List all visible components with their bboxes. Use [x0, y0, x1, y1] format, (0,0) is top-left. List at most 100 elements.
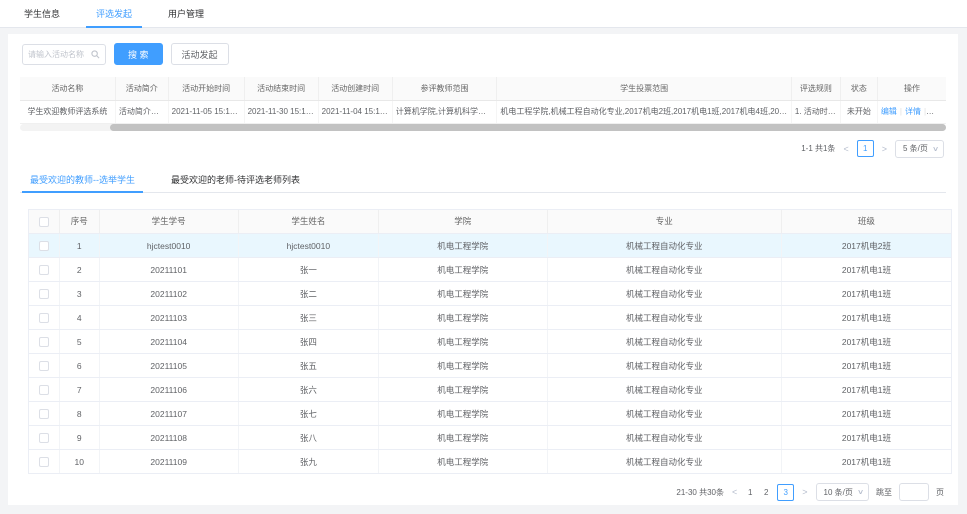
- chevron-down-icon: ∨: [857, 488, 864, 496]
- tab-user-management[interactable]: 用户管理: [158, 0, 214, 27]
- student-cell: hjctest0010: [238, 234, 378, 258]
- row-checkbox[interactable]: [39, 241, 49, 251]
- horizontal-scrollbar-thumb[interactable]: [110, 124, 946, 131]
- student-cell: 张五: [238, 354, 378, 378]
- student-row[interactable]: 1020211109张九机电工程学院机械工程自动化专业2017机电1班: [29, 450, 951, 474]
- student-total-count: 21-30 共30条: [676, 487, 724, 498]
- student-cell: 9: [59, 426, 99, 450]
- row-checkbox-cell: [29, 234, 59, 258]
- activity-cell: 2021-11-30 15:14:21: [244, 100, 318, 123]
- student-row[interactable]: 620211105张五机电工程学院机械工程自动化专业2017机电1班: [29, 354, 951, 378]
- search-button[interactable]: 搜 索: [114, 43, 163, 65]
- student-cell: 机电工程学院: [378, 378, 547, 402]
- student-row[interactable]: 1hjctest0010hjctest0010机电工程学院机械工程自动化专业20…: [29, 234, 951, 258]
- horizontal-scrollbar-track[interactable]: [20, 124, 946, 131]
- student-table-header-row: 序号学生学号学生姓名学院专业班级: [29, 210, 951, 234]
- student-cell: 机械工程自动化专业: [547, 258, 781, 282]
- student-cell: 机电工程学院: [378, 282, 547, 306]
- activity-prev-page-icon[interactable]: <: [842, 144, 849, 154]
- student-column-header: 序号: [59, 210, 99, 234]
- tab-student-info[interactable]: 学生信息: [14, 0, 70, 27]
- student-column-header: 学生学号: [99, 210, 238, 234]
- activity-search-box: [22, 44, 106, 65]
- student-page-1[interactable]: 1: [745, 488, 755, 497]
- student-cell: 20211104: [99, 330, 238, 354]
- student-cell: 20211106: [99, 378, 238, 402]
- student-cell: 机电工程学院: [378, 450, 547, 474]
- subtab-elect-students[interactable]: 最受欢迎的教师--选举学生: [26, 168, 139, 192]
- student-cell: 5: [59, 330, 99, 354]
- student-row[interactable]: 520211104张四机电工程学院机械工程自动化专业2017机电1班: [29, 330, 951, 354]
- student-cell: 2017机电1班: [781, 282, 951, 306]
- search-icon[interactable]: [91, 50, 100, 59]
- student-cell: 机电工程学院: [378, 330, 547, 354]
- student-cell: 20211107: [99, 402, 238, 426]
- row-checkbox[interactable]: [39, 265, 49, 275]
- student-cell: 张九: [238, 450, 378, 474]
- jump-to-page-input[interactable]: [899, 483, 929, 501]
- student-cell: 张六: [238, 378, 378, 402]
- jump-to-suffix: 页: [936, 487, 944, 498]
- row-checkbox[interactable]: [39, 409, 49, 419]
- student-prev-page-icon[interactable]: <: [731, 487, 738, 497]
- tab-election-launch[interactable]: 评选发起: [86, 0, 142, 27]
- action-edit-link[interactable]: 编辑: [881, 107, 897, 116]
- student-row[interactable]: 320211102张二机电工程学院机械工程自动化专业2017机电1班: [29, 282, 951, 306]
- student-cell: 张一: [238, 258, 378, 282]
- student-cell: 3: [59, 282, 99, 306]
- student-row[interactable]: 720211106张六机电工程学院机械工程自动化专业2017机电1班: [29, 378, 951, 402]
- student-cell: 2017机电1班: [781, 354, 951, 378]
- student-cell: 2017机电1班: [781, 402, 951, 426]
- row-checkbox-cell: [29, 426, 59, 450]
- student-cell: 张八: [238, 426, 378, 450]
- top-tab-bar: 学生信息 评选发起 用户管理: [0, 0, 967, 28]
- student-row[interactable]: 220211101张一机电工程学院机械工程自动化专业2017机电1班: [29, 258, 951, 282]
- student-cell: 2017机电1班: [781, 426, 951, 450]
- student-page-size-select[interactable]: 10 条/页 ∨: [816, 483, 869, 501]
- student-cell: 2017机电1班: [781, 258, 951, 282]
- activity-column-header: 学生投票范围: [497, 77, 791, 100]
- activity-cell: 2021-11-05 15:14:21: [168, 100, 244, 123]
- row-checkbox-cell: [29, 378, 59, 402]
- student-row[interactable]: 820211107张七机电工程学院机械工程自动化专业2017机电1班: [29, 402, 951, 426]
- subtab-teacher-candidates[interactable]: 最受欢迎的老师-待评选老师列表: [167, 168, 304, 192]
- activity-row[interactable]: 学生欢迎教师评选系统活动简介测试2021-11-05 15:14:212021-…: [20, 100, 946, 123]
- launch-activity-button[interactable]: 活动发起: [171, 43, 229, 65]
- row-checkbox-cell: [29, 450, 59, 474]
- student-cell: 2017机电2班: [781, 234, 951, 258]
- student-column-header: 学生姓名: [238, 210, 378, 234]
- student-cell: 20211109: [99, 450, 238, 474]
- row-checkbox[interactable]: [39, 289, 49, 299]
- student-pagination: 21-30 共30条 < 123 > 10 条/页 ∨ 跳至 页: [8, 483, 944, 501]
- row-checkbox[interactable]: [39, 313, 49, 323]
- student-cell: 2017机电1班: [781, 378, 951, 402]
- jump-to-label: 跳至: [876, 487, 892, 498]
- student-row[interactable]: 920211108张八机电工程学院机械工程自动化专业2017机电1班: [29, 426, 951, 450]
- activity-page-size-select[interactable]: 5 条/页 ∨: [895, 140, 944, 158]
- student-cell: 机电工程学院: [378, 354, 547, 378]
- search-input[interactable]: [28, 50, 91, 59]
- toolbar: 搜 索 活动发起: [8, 34, 958, 75]
- activity-actions-cell: 编辑|详情|删除: [877, 100, 946, 123]
- row-checkbox[interactable]: [39, 457, 49, 467]
- action-divider: |: [900, 107, 902, 116]
- student-cell: 张二: [238, 282, 378, 306]
- student-cell: 机械工程自动化专业: [547, 330, 781, 354]
- action-detail-link[interactable]: 详情: [905, 107, 921, 116]
- student-page-2[interactable]: 2: [761, 488, 771, 497]
- row-checkbox[interactable]: [39, 337, 49, 347]
- activity-page-size-value: 5 条/页: [903, 143, 928, 154]
- row-checkbox[interactable]: [39, 433, 49, 443]
- select-all-checkbox[interactable]: [39, 217, 49, 227]
- activity-next-page-icon[interactable]: >: [881, 144, 888, 154]
- row-checkbox[interactable]: [39, 385, 49, 395]
- activity-page-1[interactable]: 1: [857, 140, 874, 157]
- student-page-3[interactable]: 3: [777, 484, 794, 501]
- student-next-page-icon[interactable]: >: [801, 487, 808, 497]
- student-cell: 20211102: [99, 282, 238, 306]
- activity-column-header: 活动结束时间: [244, 77, 318, 100]
- row-checkbox[interactable]: [39, 361, 49, 371]
- activity-cell: 学生欢迎教师评选系统: [20, 100, 115, 123]
- student-row[interactable]: 420211103张三机电工程学院机械工程自动化专业2017机电1班: [29, 306, 951, 330]
- student-cell: 20211103: [99, 306, 238, 330]
